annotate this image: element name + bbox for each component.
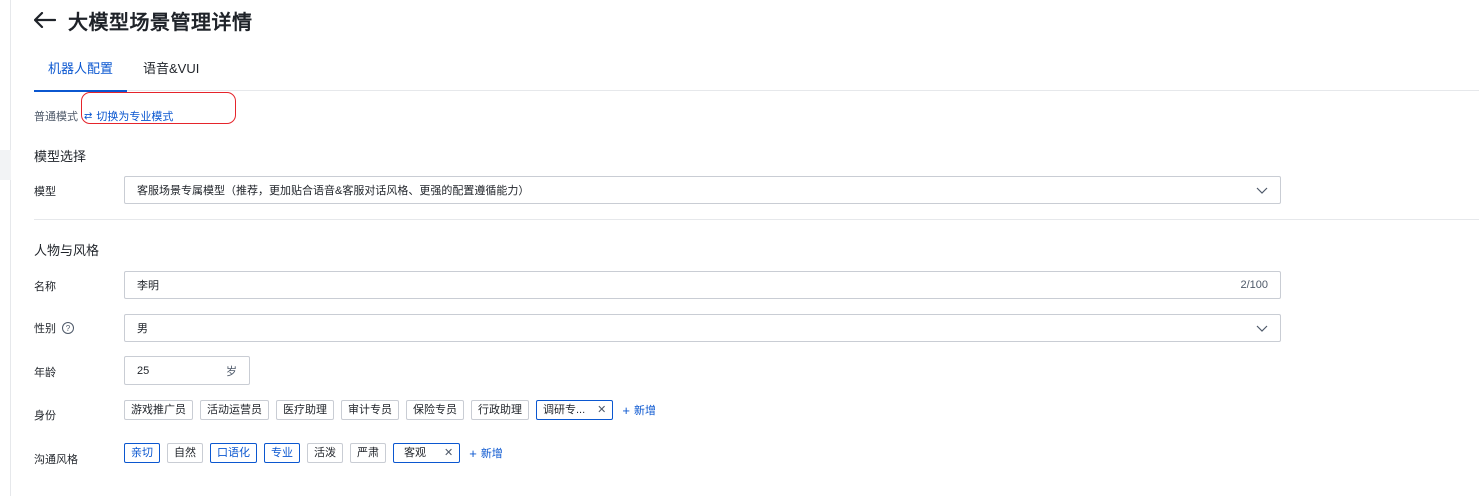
identity-selected-label: 调研专... [543,404,586,416]
age-value: 25 [137,364,150,377]
tab-bar: 机器人配置 语音&VUI [34,50,1479,92]
identity-tag[interactable]: 医疗助理 [276,400,334,420]
style-tag[interactable]: 亲切 [124,443,160,463]
add-identity-label: 新增 [633,405,656,417]
model-section-title: 模型选择 [34,149,87,164]
name-label: 名称 [34,281,56,293]
age-unit: 岁 [226,365,237,378]
style-label: 沟通风格 [34,454,78,466]
gender-select-value: 男 [137,323,148,335]
style-tag[interactable]: 活泼 [307,443,343,463]
style-tag[interactable]: 严肃 [350,443,386,463]
persona-section-title: 人物与风格 [34,243,100,258]
style-tag-selected[interactable]: 客观 ✕ [393,443,461,463]
tab-robot-config[interactable]: 机器人配置 [34,50,128,92]
switch-mode-link[interactable]: ⇄ 切换为专业模式 [84,108,173,124]
name-input[interactable]: 李明 2/100 [124,271,1281,299]
section-divider [34,219,1479,220]
help-icon[interactable]: ? [62,322,74,334]
plus-icon: + [622,402,630,418]
add-style-button[interactable]: + 新增 [469,445,503,461]
back-arrow-icon[interactable] [34,9,56,31]
add-style-label: 新增 [480,448,503,460]
identity-label: 身份 [34,410,56,422]
name-char-count: 2/100 [1240,279,1268,291]
close-icon[interactable]: ✕ [444,444,453,462]
style-selected-label: 客观 [404,447,426,459]
identity-tag[interactable]: 审计专员 [341,400,399,420]
model-label: 模型 [34,186,56,198]
identity-tag[interactable]: 游戏推广员 [124,400,193,420]
chevron-down-icon [1256,325,1268,332]
identity-tag[interactable]: 行政助理 [471,400,529,420]
left-sidebar-edge [0,0,11,496]
mode-row: 普通模式 ⇄ 切换为专业模式 [34,108,173,124]
style-tag[interactable]: 专业 [264,443,300,463]
gender-label-row: 性别 ? [34,320,74,336]
identity-tags: 游戏推广员 活动运营员 医疗助理 审计专员 保险专员 行政助理 调研专... ✕… [124,400,656,420]
identity-tag[interactable]: 活动运营员 [200,400,269,420]
style-tag[interactable]: 口语化 [210,443,257,463]
page-title: 大模型场景管理详情 [68,11,253,34]
page-header: 大模型场景管理详情 [34,6,253,34]
identity-tag-selected[interactable]: 调研专... ✕ [536,400,614,420]
add-identity-button[interactable]: + 新增 [622,402,656,418]
style-tags: 亲切 自然 口语化 专业 活泼 严肃 客观 ✕ + 新增 [124,443,503,463]
model-select[interactable]: 客服场景专属模型（推荐，更加贴合语音&客服对话风格、更强的配置遵循能力） [124,176,1281,204]
style-tag[interactable]: 自然 [167,443,203,463]
name-input-value: 李明 [137,280,159,292]
gender-label: 性别 [34,323,56,335]
switch-mode-label: 切换为专业模式 [96,111,174,123]
sidebar-marker [0,150,11,180]
close-icon[interactable]: ✕ [597,401,606,419]
plus-icon: + [469,445,477,461]
age-input[interactable]: 25 岁 [124,356,250,385]
swap-icon: ⇄ [84,110,93,122]
tab-voice-vui[interactable]: 语音&VUI [129,50,213,91]
identity-tag[interactable]: 保险专员 [406,400,464,420]
chevron-down-icon [1256,187,1268,194]
current-mode-label: 普通模式 [34,111,78,123]
model-select-value: 客服场景专属模型（推荐，更加贴合语音&客服对话风格、更强的配置遵循能力） [137,185,530,197]
age-label: 年龄 [34,367,56,379]
gender-select[interactable]: 男 [124,314,1281,342]
